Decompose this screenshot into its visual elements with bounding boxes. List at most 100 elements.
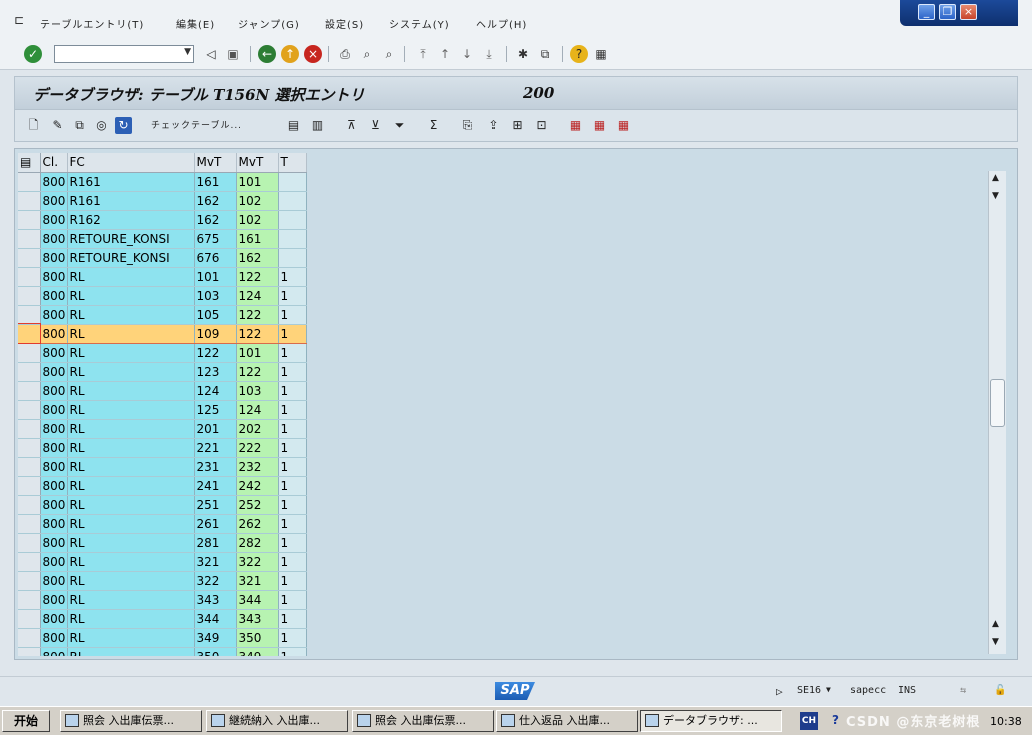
scrollbar-thumb[interactable] <box>990 379 1005 427</box>
cell-fc[interactable]: R162 <box>67 210 195 230</box>
row-selector[interactable] <box>18 438 41 458</box>
cell-t[interactable]: 1 <box>278 381 307 401</box>
save-icon[interactable]: ▣ <box>224 45 242 63</box>
row-selector[interactable] <box>18 381 41 401</box>
table-row[interactable]: 800 RL 261 262 1 <box>18 514 307 534</box>
minimize-button[interactable]: _ <box>918 4 935 20</box>
collapse-arrow-icon[interactable]: ◁ <box>202 45 220 63</box>
row-selector[interactable] <box>18 305 41 325</box>
table-row[interactable]: 800 RL 343 344 1 <box>18 590 307 610</box>
cell-client[interactable]: 800 <box>40 229 68 249</box>
cell-client[interactable]: 800 <box>40 609 68 629</box>
cell-t[interactable]: 1 <box>278 362 307 382</box>
cell-mvt[interactable]: 251 <box>194 495 237 515</box>
cell-t[interactable] <box>278 248 307 268</box>
cell-client[interactable]: 800 <box>40 305 68 325</box>
export-icon[interactable]: ⇪ <box>485 117 502 134</box>
row-selector[interactable] <box>18 323 41 344</box>
row-selector[interactable] <box>18 286 41 306</box>
cell-client[interactable]: 800 <box>40 419 68 439</box>
cell-mvt-rev[interactable]: 122 <box>236 305 279 325</box>
cell-fc[interactable]: RL <box>67 533 195 553</box>
scroll-down-icon[interactable]: ▼ <box>992 637 999 647</box>
row-selector[interactable] <box>18 210 41 230</box>
change-pencil-icon[interactable]: ✎ <box>49 117 66 134</box>
cell-mvt-rev[interactable]: 242 <box>236 476 279 496</box>
row-selector[interactable] <box>18 229 41 249</box>
cell-mvt[interactable]: 322 <box>194 571 237 591</box>
cell-mvt-rev[interactable]: 350 <box>236 628 279 648</box>
row-selector[interactable] <box>18 400 41 420</box>
row-selector[interactable] <box>18 248 41 268</box>
cell-mvt[interactable]: 125 <box>194 400 237 420</box>
table-row[interactable]: 800 RL 321 322 1 <box>18 552 307 572</box>
menu-help[interactable]: ヘルプ(H) <box>476 16 527 31</box>
cell-t[interactable]: 1 <box>278 343 307 363</box>
table-row[interactable]: 800 R161 162 102 <box>18 191 307 211</box>
cell-client[interactable]: 800 <box>40 286 68 306</box>
cell-client[interactable]: 800 <box>40 267 68 287</box>
cell-mvt-rev[interactable]: 262 <box>236 514 279 534</box>
cell-mvt[interactable]: 231 <box>194 457 237 477</box>
cell-fc[interactable]: RL <box>67 362 195 382</box>
cell-client[interactable]: 800 <box>40 381 68 401</box>
cell-fc[interactable]: R161 <box>67 172 195 192</box>
change-layout-icon[interactable]: ▦ <box>591 117 608 134</box>
cell-client[interactable]: 800 <box>40 400 68 420</box>
cell-mvt-rev[interactable]: 232 <box>236 457 279 477</box>
row-selector[interactable] <box>18 552 41 572</box>
column-header-mvt-rev[interactable]: MvT <box>236 153 279 173</box>
find-next-icon[interactable]: ⌕ <box>380 45 398 63</box>
table-row[interactable]: 800 RL 125 124 1 <box>18 400 307 420</box>
start-button[interactable]: 开始 <box>2 710 50 732</box>
find-icon[interactable]: ⌕ <box>358 45 376 63</box>
shortcut-icon[interactable]: ⧉ <box>536 45 554 63</box>
cell-mvt-rev[interactable]: 202 <box>236 419 279 439</box>
cancel-icon[interactable]: × <box>304 45 322 63</box>
cell-mvt[interactable]: 281 <box>194 533 237 553</box>
total-icon[interactable]: Σ <box>425 117 442 134</box>
cell-mvt[interactable]: 675 <box>194 229 237 249</box>
row-selector[interactable] <box>18 628 41 648</box>
cell-fc[interactable]: RL <box>67 590 195 610</box>
cell-t[interactable]: 1 <box>278 647 307 656</box>
copy-icon[interactable]: ⧉ <box>71 117 88 134</box>
column-header-mvt[interactable]: MvT <box>194 153 237 173</box>
cell-t[interactable]: 1 <box>278 305 307 325</box>
taskbar-item[interactable]: 継続納入 入出庫... <box>206 710 348 732</box>
cell-fc[interactable]: RL <box>67 323 195 344</box>
cell-mvt-rev[interactable]: 222 <box>236 438 279 458</box>
cell-t[interactable]: 1 <box>278 495 307 515</box>
display-glasses-icon[interactable]: ◎ <box>93 117 110 134</box>
cell-mvt[interactable]: 105 <box>194 305 237 325</box>
cell-client[interactable]: 800 <box>40 514 68 534</box>
cell-t[interactable] <box>278 229 307 249</box>
cell-mvt[interactable]: 124 <box>194 381 237 401</box>
cell-t[interactable]: 1 <box>278 628 307 648</box>
cell-fc[interactable]: RL <box>67 267 195 287</box>
cell-client[interactable]: 800 <box>40 248 68 268</box>
vertical-scrollbar[interactable]: ▲ ▼ ▲ ▼ <box>988 171 1006 654</box>
cell-fc[interactable]: RL <box>67 514 195 534</box>
cell-mvt-rev[interactable]: 252 <box>236 495 279 515</box>
cell-mvt[interactable]: 162 <box>194 210 237 230</box>
cell-mvt[interactable]: 123 <box>194 362 237 382</box>
cell-t[interactable]: 1 <box>278 457 307 477</box>
cell-fc[interactable]: RL <box>67 400 195 420</box>
table-row[interactable]: 800 RL 344 343 1 <box>18 609 307 629</box>
row-selector[interactable] <box>18 457 41 477</box>
cell-mvt-rev[interactable]: 103 <box>236 381 279 401</box>
first-page-icon[interactable]: ⤒ <box>414 45 432 63</box>
column-header-t[interactable]: T <box>278 153 307 173</box>
row-selector[interactable] <box>18 590 41 610</box>
menu-edit[interactable]: 編集(E) <box>176 16 215 31</box>
cell-client[interactable]: 800 <box>40 343 68 363</box>
new-session-icon[interactable]: ✱ <box>514 45 532 63</box>
cell-client[interactable]: 800 <box>40 552 68 572</box>
table-row[interactable]: 800 RL 281 282 1 <box>18 533 307 553</box>
cell-mvt[interactable]: 676 <box>194 248 237 268</box>
cell-client[interactable]: 800 <box>40 571 68 591</box>
cell-fc[interactable]: R161 <box>67 191 195 211</box>
cell-client[interactable]: 800 <box>40 210 68 230</box>
cell-mvt-rev[interactable]: 349 <box>236 647 279 656</box>
